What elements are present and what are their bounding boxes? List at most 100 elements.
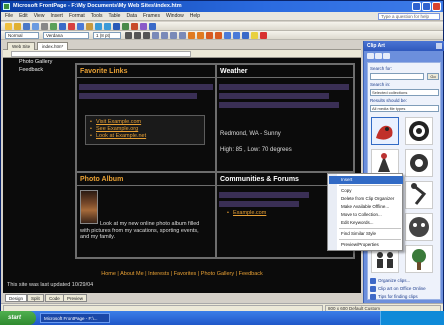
align-center-icon[interactable] <box>161 32 168 39</box>
tips-link[interactable]: Tips for finding clips <box>378 294 418 299</box>
weather-cell[interactable]: Weather Redmond, WA - Sunny High: 85 , L… <box>216 64 354 172</box>
menu-item-delete-from-organizer[interactable]: Delete from Clip Organizer <box>339 195 401 203</box>
cut-icon[interactable] <box>68 23 75 30</box>
favorite-link-2[interactable]: See Example.org <box>96 126 138 132</box>
favorite-link-1[interactable]: Visit Example.com <box>96 119 141 125</box>
insert-picture-icon[interactable] <box>122 23 129 30</box>
align-left-icon[interactable] <box>152 32 159 39</box>
menu-frames[interactable]: Frames <box>143 13 160 19</box>
publish-icon[interactable] <box>32 23 39 30</box>
photo-album-cell[interactable]: Photo Album Look at my new online photo … <box>76 172 216 258</box>
nav-item-photo-gallery[interactable]: Photo Gallery <box>19 59 52 65</box>
menu-file[interactable]: File <box>5 13 13 19</box>
preview-icon[interactable] <box>50 23 57 30</box>
show-all-icon[interactable] <box>140 23 147 30</box>
close-task-pane-icon[interactable] <box>436 43 442 49</box>
menu-insert[interactable]: Insert <box>50 13 63 19</box>
increase-indent-icon[interactable] <box>233 32 240 39</box>
clip-thumbnail[interactable] <box>405 245 433 273</box>
start-button[interactable]: start <box>0 311 36 325</box>
underline-icon[interactable] <box>143 32 150 39</box>
font-size-down-icon[interactable] <box>197 32 204 39</box>
align-right-icon[interactable] <box>170 32 177 39</box>
nav-item-feedback[interactable]: Feedback <box>19 67 43 73</box>
menu-data[interactable]: Data <box>126 13 137 19</box>
open-folder-icon[interactable] <box>14 23 21 30</box>
favorite-links-cell[interactable]: Favorite Links • Visit Example.com • See… <box>76 64 216 172</box>
decrease-indent-icon[interactable] <box>224 32 231 39</box>
menu-edit[interactable]: Edit <box>19 13 28 19</box>
clip-thumbnail[interactable] <box>405 149 433 177</box>
home-icon[interactable] <box>383 53 390 59</box>
taskbar-item-frontpage[interactable]: Microsoft FrontPage - F:\... <box>40 313 110 323</box>
menu-item-preview-properties[interactable]: Preview/Properties <box>339 241 401 249</box>
footer-navigation[interactable]: Home | About Me | Interests | Favorites … <box>3 271 361 277</box>
menu-help[interactable]: Help <box>190 13 200 19</box>
numbering-icon[interactable] <box>206 32 213 39</box>
italic-icon[interactable] <box>134 32 141 39</box>
size-select[interactable]: 1 (8 pt) <box>93 32 121 39</box>
results-type-select[interactable]: All media file types <box>370 105 439 112</box>
help-icon[interactable] <box>149 23 156 30</box>
print-icon[interactable] <box>41 23 48 30</box>
organize-clips-link[interactable]: Organize clips... <box>378 278 410 283</box>
save-icon[interactable] <box>23 23 30 30</box>
menu-window[interactable]: Window <box>166 13 184 19</box>
font-size-up-icon[interactable] <box>188 32 195 39</box>
insert-table-icon[interactable] <box>113 23 120 30</box>
copy-icon[interactable] <box>77 23 84 30</box>
tab-split[interactable]: Split <box>27 294 44 302</box>
maximize-button[interactable] <box>422 2 431 11</box>
album-photo[interactable] <box>80 190 98 224</box>
clip-thumbnail[interactable] <box>405 213 433 241</box>
borders-icon[interactable] <box>242 32 249 39</box>
menu-tools[interactable]: Tools <box>91 13 103 19</box>
communities-link[interactable]: Example.com <box>233 210 266 216</box>
bold-icon[interactable] <box>125 32 132 39</box>
close-button[interactable] <box>432 2 441 11</box>
menu-item-edit-keywords[interactable]: Edit Keywords... <box>339 219 401 227</box>
style-select[interactable]: Normal <box>5 32 39 39</box>
menu-item-move-to-collection[interactable]: Move to Collection... <box>339 211 401 219</box>
highlight-icon[interactable] <box>251 32 258 39</box>
back-arrow-icon[interactable] <box>367 53 374 59</box>
menu-item-copy[interactable]: Copy <box>339 187 401 195</box>
spelling-icon[interactable] <box>59 23 66 30</box>
favorite-link-3[interactable]: Look at Example.net <box>96 133 146 139</box>
forward-arrow-icon[interactable] <box>375 53 382 59</box>
tab-web-site[interactable]: Web Site <box>7 42 36 50</box>
justify-icon[interactable] <box>179 32 186 39</box>
office-online-link[interactable]: Clip art on Office Online <box>378 286 426 291</box>
hyperlink-icon[interactable] <box>131 23 138 30</box>
clip-thumbnail[interactable] <box>405 117 433 145</box>
clip-swirl-image <box>409 121 429 141</box>
clip-thumbnail[interactable] <box>371 117 399 145</box>
formatting-toolbar: Normal Verdana 1 (8 pt) <box>1 31 443 40</box>
design-view-page[interactable]: Photo Gallery Feedback Favorite Links • … <box>3 58 361 293</box>
minimize-button[interactable] <box>412 2 421 11</box>
clip-thumbnail[interactable] <box>405 181 433 209</box>
go-button[interactable]: Go <box>427 73 439 80</box>
tab-code[interactable]: Code <box>45 294 64 302</box>
clip-search-input[interactable] <box>370 73 424 80</box>
help-question-box[interactable]: Type a question for help <box>378 13 440 20</box>
search-in-select[interactable]: Selected collections <box>370 89 439 96</box>
tab-design[interactable]: Design <box>5 294 28 302</box>
menu-table[interactable]: Table <box>108 13 120 19</box>
font-color-icon[interactable] <box>260 32 267 39</box>
menu-item-insert[interactable]: Insert <box>329 176 403 184</box>
undo-icon[interactable] <box>95 23 102 30</box>
paste-icon[interactable] <box>86 23 93 30</box>
menu-view[interactable]: View <box>34 13 45 19</box>
tab-index-htm[interactable]: index.htm* <box>37 42 69 50</box>
bullets-icon[interactable] <box>215 32 222 39</box>
new-page-icon[interactable] <box>5 23 12 30</box>
tag-selector[interactable] <box>11 51 191 57</box>
tab-preview[interactable]: Preview <box>63 294 88 302</box>
menu-format[interactable]: Format <box>69 13 85 19</box>
workspace-tab-bar: Web Site index.htm* <box>3 41 361 50</box>
menu-item-make-available-offline[interactable]: Make Available Offline... <box>339 203 401 211</box>
menu-item-find-similar-style[interactable]: Find Similar Style <box>339 230 401 238</box>
redo-icon[interactable] <box>104 23 111 30</box>
font-select[interactable]: Verdana <box>43 32 89 39</box>
